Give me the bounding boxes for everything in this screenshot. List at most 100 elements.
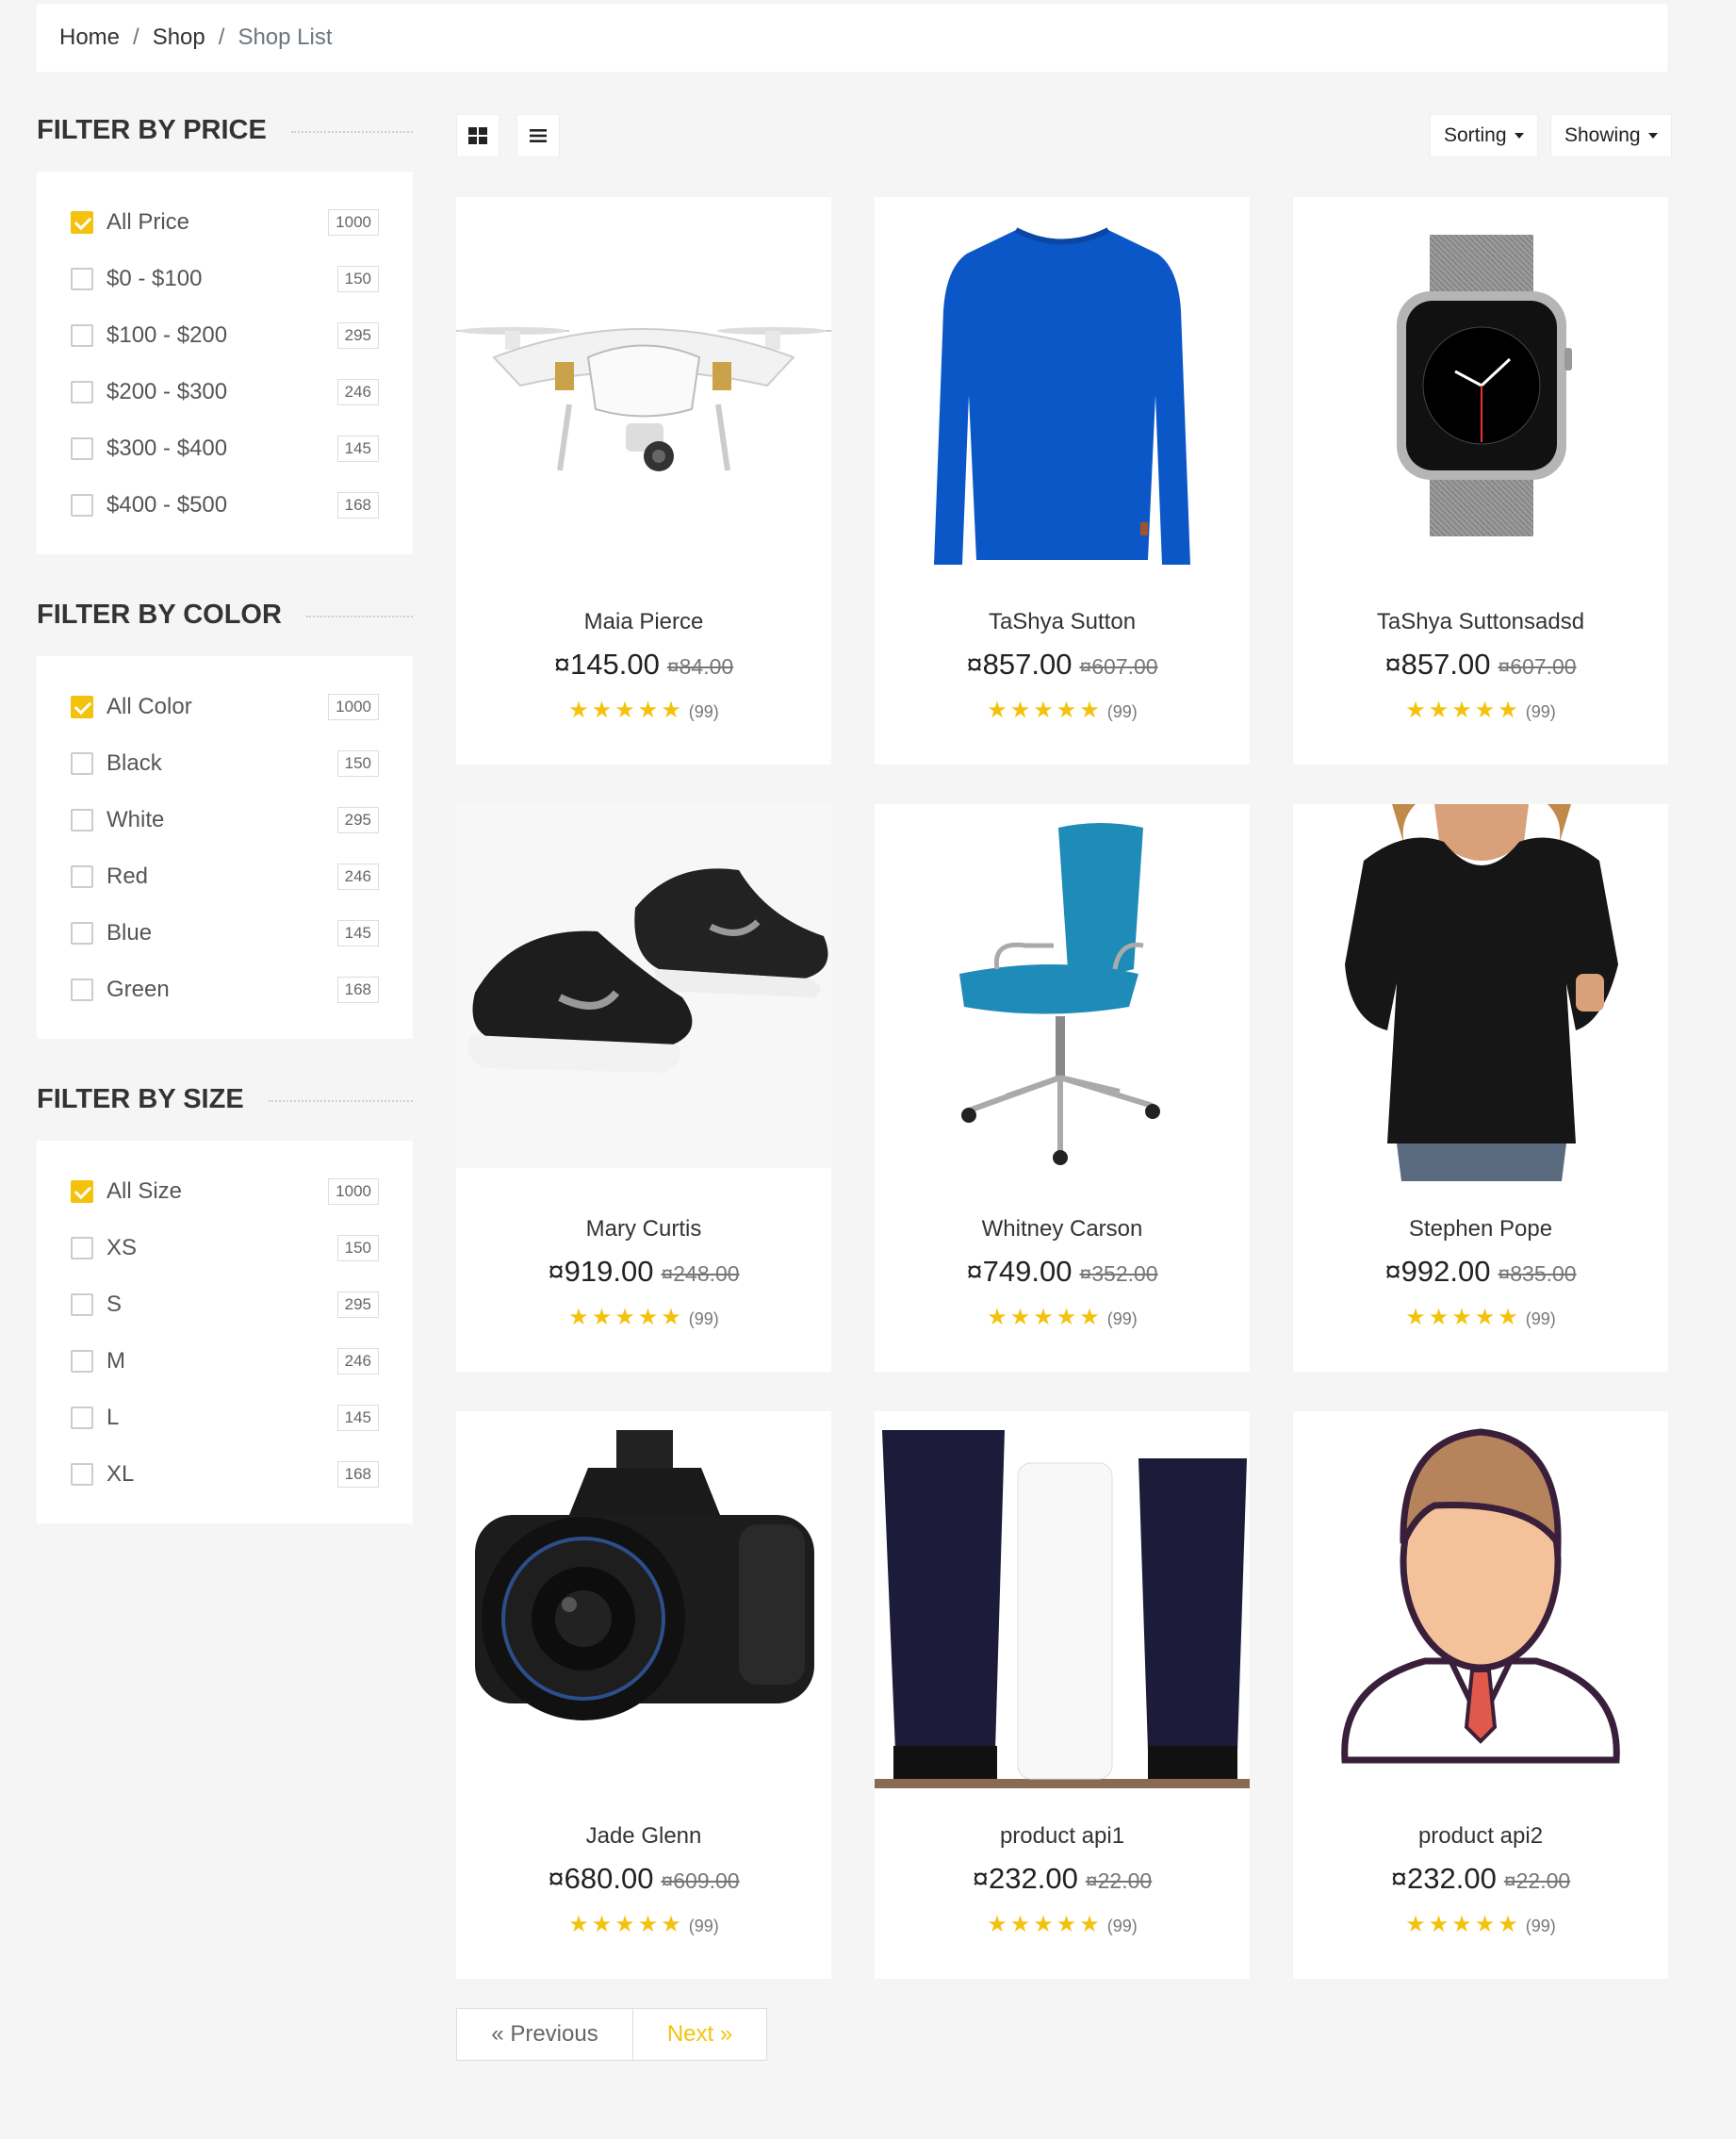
filter-option[interactable]: $100 - $200 295: [71, 307, 379, 364]
chair-image: [959, 823, 1160, 1165]
checkbox[interactable]: [71, 1407, 93, 1429]
review-count: (99): [1106, 702, 1138, 721]
checkbox[interactable]: [71, 1293, 93, 1316]
breadcrumb-home-link[interactable]: Home: [59, 25, 120, 51]
grid-view-button[interactable]: [456, 114, 500, 157]
product-image[interactable]: [875, 1411, 1250, 1788]
breadcrumb: Home / Shop / Shop List: [37, 4, 1667, 72]
product-rating: ★★★★★ (99): [1293, 697, 1668, 724]
filter-option[interactable]: White 295: [71, 792, 379, 848]
product-name[interactable]: Stephen Pope: [1293, 1216, 1668, 1242]
breadcrumb-shop-link[interactable]: Shop: [153, 25, 205, 51]
filter-option-label: Black: [106, 750, 162, 776]
checkbox[interactable]: [71, 437, 93, 460]
filter-option[interactable]: All Size 1000: [71, 1163, 379, 1220]
checkbox[interactable]: [71, 1350, 93, 1373]
product-card[interactable]: Whitney Carson ¤749.00 ¤352.00 ★★★★★ (99): [875, 804, 1250, 1372]
filter-option[interactable]: XL 168: [71, 1446, 379, 1503]
product-prices: ¤857.00 ¤607.00: [875, 648, 1250, 682]
filter-option-count: 1000: [328, 694, 379, 720]
checkbox[interactable]: [71, 979, 93, 1001]
product-card[interactable]: product api1 ¤232.00 ¤22.00 ★★★★★ (99): [875, 1411, 1250, 1979]
product-name[interactable]: product api2: [1293, 1823, 1668, 1850]
filter-option-label: L: [106, 1405, 120, 1430]
divider: [305, 616, 413, 617]
filter-option[interactable]: $0 - $100 150: [71, 251, 379, 307]
product-image[interactable]: [1293, 1411, 1668, 1788]
product-name[interactable]: Whitney Carson: [875, 1216, 1250, 1242]
sorting-dropdown[interactable]: Sorting: [1430, 114, 1538, 157]
filter-option-count: 168: [336, 1461, 379, 1488]
filter-color-header: FILTER BY COLOR: [37, 596, 413, 633]
product-card[interactable]: Maia Pierce ¤145.00 ¤84.00 ★★★★★ (99): [456, 197, 831, 765]
review-count: (99): [1106, 1917, 1138, 1935]
checkbox[interactable]: [71, 494, 93, 517]
checkbox[interactable]: [71, 1237, 93, 1259]
previous-page-button[interactable]: « Previous: [456, 2008, 633, 2061]
product-prices: ¤857.00 ¤607.00: [1293, 648, 1668, 682]
filter-option[interactable]: L 145: [71, 1390, 379, 1446]
filter-option[interactable]: $300 - $400 145: [71, 420, 379, 477]
product-old-price: ¤248.00: [661, 1261, 740, 1286]
checkbox[interactable]: [71, 752, 93, 775]
product-image[interactable]: [875, 197, 1250, 574]
checkbox[interactable]: [71, 922, 93, 945]
product-image[interactable]: [1293, 197, 1668, 574]
filter-option[interactable]: $400 - $500 168: [71, 477, 379, 534]
filter-option[interactable]: All Color 1000: [71, 679, 379, 735]
product-card[interactable]: Jade Glenn ¤680.00 ¤609.00 ★★★★★ (99): [456, 1411, 831, 1979]
product-name[interactable]: product api1: [875, 1823, 1250, 1850]
star-rating-icon: ★★★★★: [987, 1305, 1103, 1330]
filter-option[interactable]: Blue 145: [71, 905, 379, 962]
product-name[interactable]: Mary Curtis: [456, 1216, 831, 1242]
checkbox[interactable]: [71, 809, 93, 831]
filter-option[interactable]: XS 150: [71, 1220, 379, 1276]
product-rating: ★★★★★ (99): [1293, 1911, 1668, 1938]
filter-option[interactable]: M 246: [71, 1333, 379, 1390]
checkbox[interactable]: [71, 211, 93, 234]
product-card[interactable]: Stephen Pope ¤992.00 ¤835.00 ★★★★★ (99): [1293, 804, 1668, 1372]
list-view-button[interactable]: [516, 114, 560, 157]
checkbox[interactable]: [71, 1180, 93, 1203]
filter-option[interactable]: Black 150: [71, 735, 379, 792]
product-name[interactable]: TaShya Suttonsadsd: [1293, 609, 1668, 635]
filter-option-count: 1000: [328, 209, 379, 236]
breadcrumb-separator: /: [218, 25, 225, 50]
next-page-button[interactable]: Next »: [633, 2008, 767, 2061]
product-name[interactable]: Maia Pierce: [456, 609, 831, 635]
camera-image: [475, 1430, 814, 1720]
checkbox[interactable]: [71, 381, 93, 403]
pagination: « Previous Next »: [456, 2008, 767, 2061]
showing-dropdown[interactable]: Showing: [1550, 114, 1672, 157]
product-name[interactable]: TaShya Sutton: [875, 609, 1250, 635]
product-image[interactable]: [456, 197, 831, 574]
checkbox[interactable]: [71, 1463, 93, 1486]
filter-price-title: FILTER BY PRICE: [37, 114, 267, 145]
filter-price-header: FILTER BY PRICE: [37, 111, 413, 149]
caret-down-icon: [1647, 133, 1658, 139]
product-price: ¤232.00: [1390, 1862, 1497, 1895]
checkbox[interactable]: [71, 268, 93, 290]
product-image[interactable]: [875, 804, 1250, 1181]
product-price: ¤992.00: [1384, 1255, 1491, 1288]
product-card[interactable]: product api2 ¤232.00 ¤22.00 ★★★★★ (99): [1293, 1411, 1668, 1979]
filter-option[interactable]: Red 246: [71, 848, 379, 905]
filter-option[interactable]: $200 - $300 246: [71, 364, 379, 420]
product-image[interactable]: [456, 1411, 831, 1788]
filter-option[interactable]: S 295: [71, 1276, 379, 1333]
star-rating-icon: ★★★★★: [1405, 1305, 1521, 1330]
product-old-price: ¤607.00: [1079, 654, 1158, 679]
filter-option[interactable]: Green 168: [71, 962, 379, 1018]
product-card[interactable]: TaShya Suttonsadsd ¤857.00 ¤607.00 ★★★★★ …: [1293, 197, 1668, 765]
checkbox[interactable]: [71, 696, 93, 718]
filter-option-label: M: [106, 1348, 125, 1374]
checkbox[interactable]: [71, 324, 93, 347]
review-count: (99): [1525, 1309, 1556, 1328]
filter-option[interactable]: All Price 1000: [71, 194, 379, 251]
product-name[interactable]: Jade Glenn: [456, 1823, 831, 1850]
product-card[interactable]: Mary Curtis ¤919.00 ¤248.00 ★★★★★ (99): [456, 804, 831, 1372]
product-image[interactable]: [1293, 804, 1668, 1181]
checkbox[interactable]: [71, 865, 93, 888]
product-image[interactable]: [456, 804, 831, 1168]
product-card[interactable]: TaShya Sutton ¤857.00 ¤607.00 ★★★★★ (99): [875, 197, 1250, 765]
